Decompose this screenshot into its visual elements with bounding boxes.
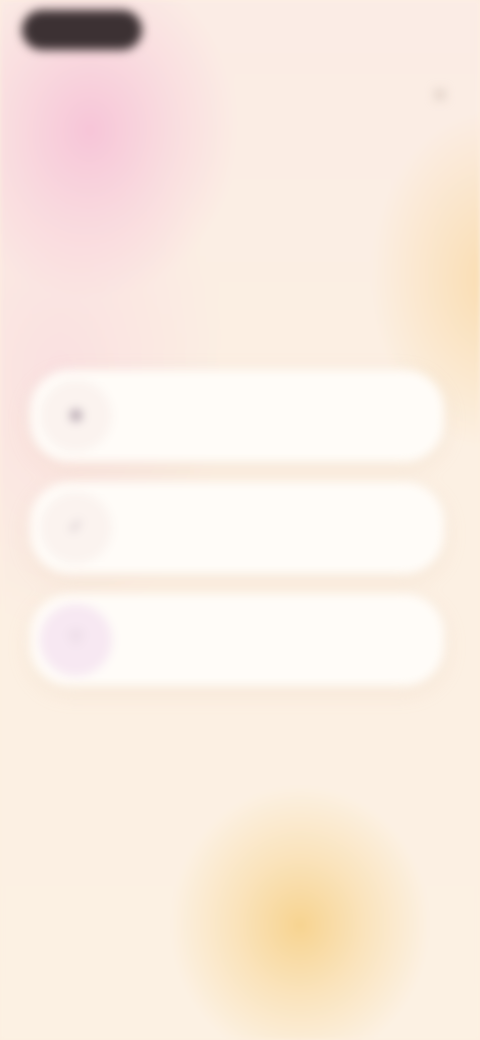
close-icon[interactable]: ✕ xyxy=(426,82,454,110)
option-icon-circle: ✓ xyxy=(40,492,112,564)
screen: ✕ ◆ ✓ ♡ xyxy=(0,0,480,1040)
check-icon: ✓ xyxy=(68,516,84,536)
back-button[interactable] xyxy=(22,10,142,50)
option-icon-circle: ♡ xyxy=(40,604,112,676)
heart-icon: ♡ xyxy=(67,628,85,648)
option-card-3[interactable]: ♡ xyxy=(30,594,444,686)
chat-icon: ◆ xyxy=(69,404,83,424)
option-list: ◆ ✓ ♡ xyxy=(30,370,444,706)
option-icon-circle: ◆ xyxy=(40,380,112,452)
option-card-2[interactable]: ✓ xyxy=(30,482,444,574)
option-card-1[interactable]: ◆ xyxy=(30,370,444,462)
